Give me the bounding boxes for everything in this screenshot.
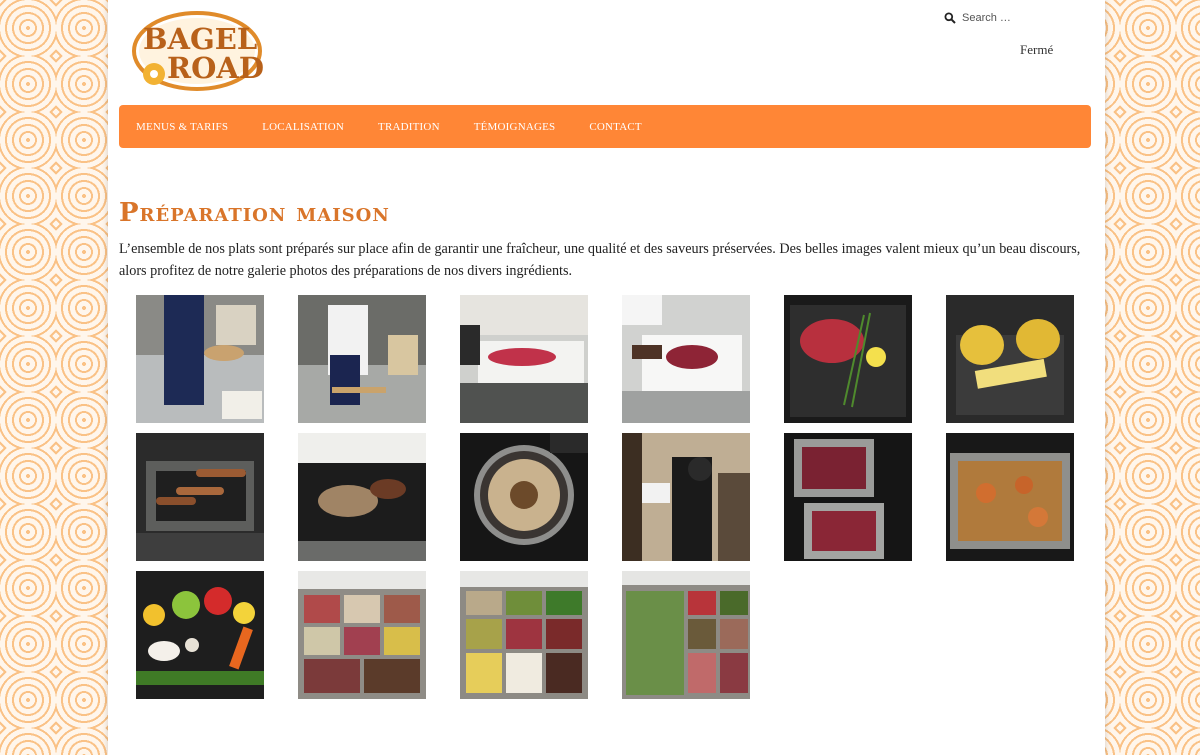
gallery-image [460, 295, 588, 423]
gallery-photo-chef-prep-2[interactable] [298, 295, 426, 423]
gallery-image [136, 571, 264, 699]
main-navigation: Menus & Tarifs Localisation Tradition Té… [119, 105, 1091, 148]
gallery-photo-ingredient-bins-2[interactable] [460, 571, 588, 699]
gallery-image [460, 433, 588, 561]
intro-paragraph: L’ensemble de nos plats sont préparés su… [119, 241, 1081, 279]
gallery-image [136, 295, 264, 423]
search-form[interactable]: Search … [944, 9, 1094, 27]
gallery-image [622, 433, 750, 561]
gallery-photo-tuna-cutting[interactable] [460, 295, 588, 423]
gallery-photo-mushrooms-grill[interactable] [298, 433, 426, 561]
search-input[interactable]: Search … [962, 12, 1011, 24]
opening-status: Fermé [1020, 42, 1054, 57]
gallery-image [622, 571, 750, 699]
gallery-image [298, 295, 426, 423]
gallery-image [946, 433, 1074, 561]
site-logo[interactable]: BAGEL ROAD [131, 8, 265, 93]
gallery-image [946, 295, 1074, 423]
page-title: Préparation maison [119, 198, 390, 228]
gallery-image [298, 433, 426, 561]
gallery-photo-meat-trays[interactable] [784, 433, 912, 561]
gallery-image [784, 295, 912, 423]
gallery-image [784, 433, 912, 561]
search-icon[interactable] [944, 12, 956, 24]
gallery-photo-cook-kitchen[interactable] [622, 433, 750, 561]
nav-item-localisation[interactable]: Localisation [262, 121, 344, 133]
nav-item-temoignages[interactable]: Témoignages [474, 121, 556, 133]
gallery-photo-baked-dish[interactable] [946, 433, 1074, 561]
gallery-photo-potatoes[interactable] [946, 295, 1074, 423]
nav-item-menus-tarifs[interactable]: Menus & Tarifs [136, 121, 228, 133]
gallery-photo-tuna-steak[interactable] [784, 295, 912, 423]
nav-item-tradition[interactable]: Tradition [378, 121, 440, 133]
gallery-image [136, 433, 264, 561]
gallery-image [298, 571, 426, 699]
gallery-photo-vegetables[interactable] [136, 571, 264, 699]
gallery-photo-sausages-grill[interactable] [136, 433, 264, 561]
gallery-photo-ingredient-bins-1[interactable] [298, 571, 426, 699]
gallery-image [460, 571, 588, 699]
page-container: BAGEL ROAD Search … Fermé Menus & Tarifs… [108, 0, 1105, 755]
gallery-image [622, 295, 750, 423]
logo-text-road: ROAD [167, 51, 265, 85]
nav-item-contact[interactable]: Contact [589, 121, 641, 133]
gallery-photo-chef-prep-1[interactable] [136, 295, 264, 423]
gallery-photo-tuna-slicing[interactable] [622, 295, 750, 423]
gallery-photo-salad-bins[interactable] [622, 571, 750, 699]
gallery-photo-onions-pan[interactable] [460, 433, 588, 561]
